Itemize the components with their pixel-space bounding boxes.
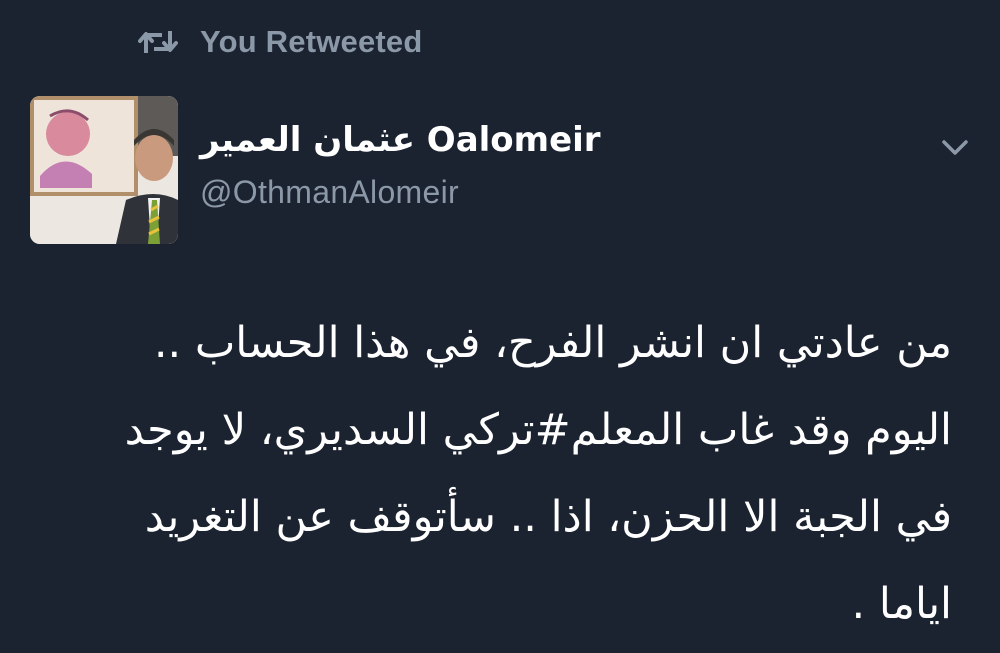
tweet-text-line: من عادتي ان انشر الفرح، في هذا الحساب ..: [153, 318, 952, 368]
retweet-icon: [138, 27, 178, 57]
tweet-text: من عادتي ان انشر الفرح، في هذا الحساب ..…: [32, 300, 952, 648]
author-display-name[interactable]: عثمان العمير Oalomeir: [200, 120, 601, 160]
retweet-banner: You Retweeted: [138, 22, 423, 62]
author-handle[interactable]: @OthmanAlomeir: [200, 174, 459, 211]
chevron-down-icon[interactable]: [938, 132, 972, 162]
avatar[interactable]: [30, 96, 178, 244]
tweet-text-line: في الجبة الا الحزن، اذا .. سأتوقف عن الت…: [144, 492, 952, 542]
tweet-text-line: اليوم وقد غاب المعلم#تركي السديري، لا يو…: [124, 405, 952, 455]
retweet-label: You Retweeted: [200, 24, 423, 59]
tweet-text-line: اياما .: [851, 579, 953, 629]
